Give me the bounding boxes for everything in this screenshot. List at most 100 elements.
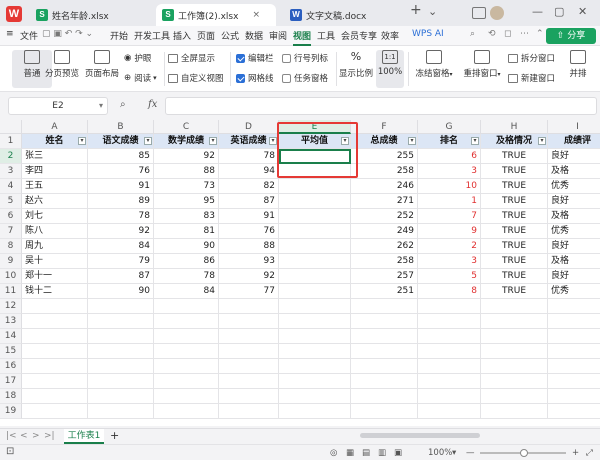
table-cell[interactable] [279,224,351,239]
empty-cell[interactable] [351,359,418,374]
table-cell[interactable]: 271 [351,194,418,209]
headings-checkbox[interactable]: 行号列标 [282,52,328,64]
layout-view-icon[interactable]: ▥ [378,448,386,458]
empty-cell[interactable] [548,299,600,314]
empty-cell[interactable] [418,299,481,314]
table-cell[interactable] [279,254,351,269]
table-cell[interactable]: TRUE [481,224,548,239]
table-cell[interactable]: 优秀 [548,284,600,299]
empty-cell[interactable] [548,359,600,374]
wps-ai-button[interactable]: WPS AI [412,29,444,39]
column-header-c[interactable]: C [154,120,219,134]
empty-cell[interactable] [219,374,279,389]
table-cell[interactable]: 5 [418,269,481,284]
empty-cell[interactable] [219,344,279,359]
normal-view-icon[interactable]: ▦ [346,448,354,458]
empty-cell[interactable] [351,389,418,404]
row-header[interactable]: 8 [0,239,22,254]
table-cell[interactable]: 94 [219,164,279,179]
empty-cell[interactable] [154,299,219,314]
table-cell[interactable]: 92 [154,149,219,164]
empty-cell[interactable] [88,404,154,419]
empty-cell[interactable] [548,314,600,329]
table-cell[interactable]: 刘七 [22,209,88,224]
table-cell[interactable]: 优秀 [548,224,600,239]
table-cell[interactable]: 吴十 [22,254,88,269]
prev-sheet-icon[interactable]: < [20,431,28,441]
table-cell[interactable]: 优秀 [548,179,600,194]
table-cell[interactable]: 良好 [548,269,600,284]
column-header-d[interactable]: D [219,120,279,134]
menu-file[interactable]: 文件 [20,29,38,42]
empty-cell[interactable] [481,329,548,344]
last-sheet-icon[interactable]: >| [44,431,55,441]
empty-cell[interactable] [481,344,548,359]
menu-developer[interactable]: 开发工具 [134,29,170,42]
table-header-cell[interactable]: 总成绩 ▾ [351,134,418,149]
empty-cell[interactable] [154,329,219,344]
first-sheet-icon[interactable]: |< [6,431,17,441]
table-cell[interactable]: 252 [351,209,418,224]
table-cell[interactable]: 73 [154,179,219,194]
empty-cell[interactable] [548,344,600,359]
empty-cell[interactable] [219,299,279,314]
empty-cell[interactable] [154,404,219,419]
tab-close-icon[interactable]: × [252,10,260,20]
table-cell[interactable]: 84 [88,239,154,254]
split-window-button[interactable]: 拆分窗口 [508,52,555,64]
empty-cell[interactable] [481,389,548,404]
zoom-100-button[interactable]: 1:1 100% [376,50,404,88]
next-sheet-icon[interactable]: > [32,431,40,441]
table-cell[interactable] [279,239,351,254]
row-header[interactable]: 16 [0,359,22,374]
window-layout-icon[interactable] [472,7,486,19]
table-cell[interactable]: 钱十二 [22,284,88,299]
table-cell[interactable]: 良好 [548,149,600,164]
empty-cell[interactable] [22,344,88,359]
table-cell[interactable]: 1 [418,194,481,209]
share-button[interactable]: ⇧ 分享 [546,28,596,44]
empty-cell[interactable] [279,389,351,404]
arrange-windows-button[interactable]: 重排窗口▾ [460,50,504,79]
empty-cell[interactable] [154,389,219,404]
zoom-slider[interactable] [480,449,566,457]
table-cell[interactable]: 李四 [22,164,88,179]
row-header[interactable]: 19 [0,404,22,419]
table-cell[interactable]: 84 [154,284,219,299]
empty-cell[interactable] [279,329,351,344]
row-header[interactable]: 10 [0,269,22,284]
table-cell[interactable]: 82 [219,179,279,194]
gridlines-checkbox[interactable]: 网格线 [236,72,274,84]
table-cell[interactable]: 3 [418,164,481,179]
menu-efficiency[interactable]: 效率 [381,29,399,42]
table-cell[interactable]: 6 [418,149,481,164]
menu-view[interactable]: 视图 [293,29,312,46]
zoom-search-icon[interactable]: ⌕ [120,99,126,110]
menu-page[interactable]: 页面 [197,29,215,42]
row-header[interactable]: 17 [0,374,22,389]
horizontal-scrollbar[interactable] [360,433,480,438]
row-header[interactable]: 2 [0,149,22,164]
row-header[interactable]: 11 [0,284,22,299]
column-header-f[interactable]: F [351,120,418,134]
table-cell[interactable]: TRUE [481,254,548,269]
macro-icon[interactable]: ⊡ [6,446,14,457]
maximize-icon[interactable]: ▢ [554,5,564,18]
tab-list-dropdown-icon[interactable]: ⌄ [428,5,437,18]
empty-cell[interactable] [548,329,600,344]
table-cell[interactable]: 92 [88,224,154,239]
table-cell[interactable]: 10 [418,179,481,194]
empty-cell[interactable] [219,404,279,419]
empty-cell[interactable] [279,344,351,359]
tab-file-3[interactable]: W 文字文稿.docx [284,4,396,26]
table-header-cell[interactable]: 姓名 ▾ [22,134,88,149]
page-break-preview-button[interactable]: 分页预览 [40,50,84,79]
empty-cell[interactable] [22,299,88,314]
wps-logo-icon[interactable]: W [6,6,22,22]
empty-cell[interactable] [481,359,548,374]
custom-view-button[interactable]: 自定义视图 [168,72,224,84]
empty-cell[interactable] [219,359,279,374]
empty-cell[interactable] [351,299,418,314]
empty-cell[interactable] [279,374,351,389]
table-cell[interactable]: 262 [351,239,418,254]
